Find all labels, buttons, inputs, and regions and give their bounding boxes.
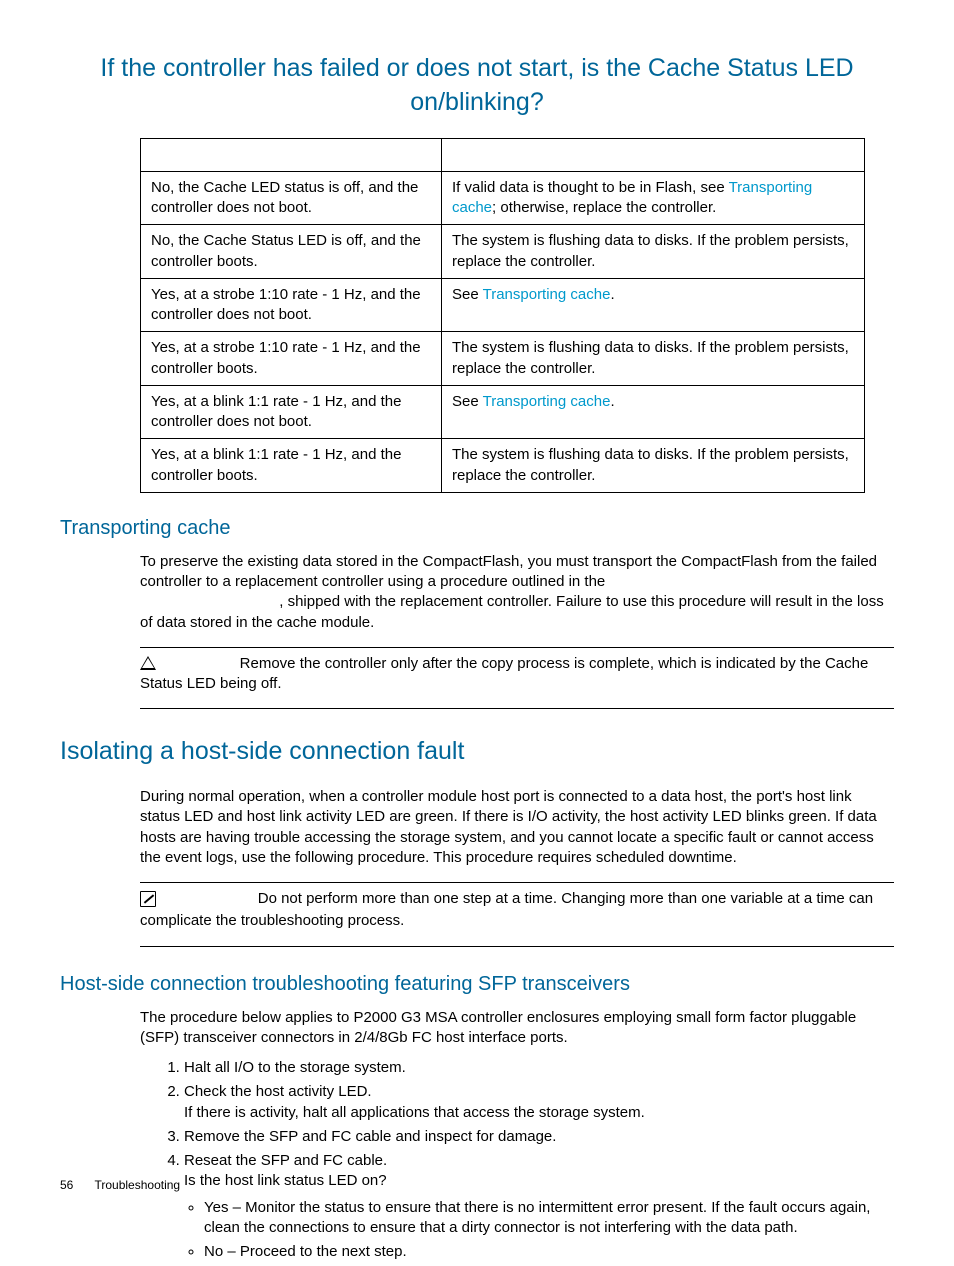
sub-item: Yes – Monitor the status to ensure that … xyxy=(204,1196,894,1241)
table-row: Yes, at a blink 1:1 rate - 1 Hz, and the… xyxy=(141,439,865,493)
heading-isolating-fault: Isolating a host-side connection fault xyxy=(60,735,894,769)
table-row: Yes, at a strobe 1:10 rate - 1 Hz, and t… xyxy=(141,332,865,386)
table-row: No, the Cache Status LED is off, and the… xyxy=(141,225,865,279)
page-footer: 56 Troubleshooting xyxy=(60,1177,180,1193)
table-row: No, the Cache LED status is off, and the… xyxy=(141,171,865,225)
caution-icon xyxy=(140,654,158,674)
table-row: Yes, at a blink 1:1 rate - 1 Hz, and the… xyxy=(141,385,865,439)
sub-bullets: Yes – Monitor the status to ensure that … xyxy=(184,1196,894,1265)
step: Check the host activity LED. If there is… xyxy=(184,1080,894,1125)
para-transporting: To preserve the existing data stored in … xyxy=(140,552,894,633)
heading-transporting-cache: Transporting cache xyxy=(60,515,894,542)
important-block: IMPORTANT: Do not perform more than one … xyxy=(140,889,894,932)
cell-action: See Transporting cache. xyxy=(442,278,865,332)
divider xyxy=(140,647,894,648)
step: Reseat the SFP and FC cable. Is the host… xyxy=(184,1149,894,1266)
step: Halt all I/O to the storage system. xyxy=(184,1056,894,1080)
divider xyxy=(140,946,894,947)
cell-answer: No, the Cache LED status is off, and the… xyxy=(141,171,442,225)
th-answer: Answer xyxy=(141,138,442,171)
cell-answer: No, the Cache Status LED is off, and the… xyxy=(141,225,442,279)
para-isolating: During normal operation, when a controll… xyxy=(140,787,894,868)
cache-status-table: Answer Action No, the Cache LED status i… xyxy=(140,138,865,493)
para-sfp-intro: The procedure below applies to P2000 G3 … xyxy=(140,1008,894,1049)
cell-action: The system is flushing data to disks. If… xyxy=(442,332,865,386)
page-number: 56 xyxy=(60,1178,73,1192)
cell-action: The system is flushing data to disks. If… xyxy=(442,225,865,279)
cell-answer: Yes, at a strobe 1:10 rate - 1 Hz, and t… xyxy=(141,278,442,332)
cell-answer: Yes, at a strobe 1:10 rate - 1 Hz, and t… xyxy=(141,332,442,386)
link-transporting-cache[interactable]: Transporting cache xyxy=(483,286,611,303)
note-icon xyxy=(140,889,158,911)
th-action: Action xyxy=(442,138,865,171)
divider xyxy=(140,708,894,709)
cell-action: The system is flushing data to disks. If… xyxy=(442,439,865,493)
cell-answer: Yes, at a blink 1:1 rate - 1 Hz, and the… xyxy=(141,385,442,439)
cell-answer: Yes, at a blink 1:1 rate - 1 Hz, and the… xyxy=(141,439,442,493)
table-row: Yes, at a strobe 1:10 rate - 1 Hz, and t… xyxy=(141,278,865,332)
heading-cache-status-question: If the controller has failed or does not… xyxy=(60,52,894,120)
divider xyxy=(140,882,894,883)
sub-item: No – Proceed to the next step. xyxy=(204,1240,894,1264)
cell-action: See Transporting cache. xyxy=(442,385,865,439)
caution-block: CAUTION: Remove the controller only afte… xyxy=(140,654,894,695)
section-title: Troubleshooting xyxy=(94,1178,180,1192)
cell-action: If valid data is thought to be in Flash,… xyxy=(442,171,865,225)
heading-sfp: Host-side connection troubleshooting fea… xyxy=(60,971,894,998)
step: Remove the SFP and FC cable and inspect … xyxy=(184,1125,894,1149)
link-transporting-cache[interactable]: Transporting cache xyxy=(483,393,611,410)
